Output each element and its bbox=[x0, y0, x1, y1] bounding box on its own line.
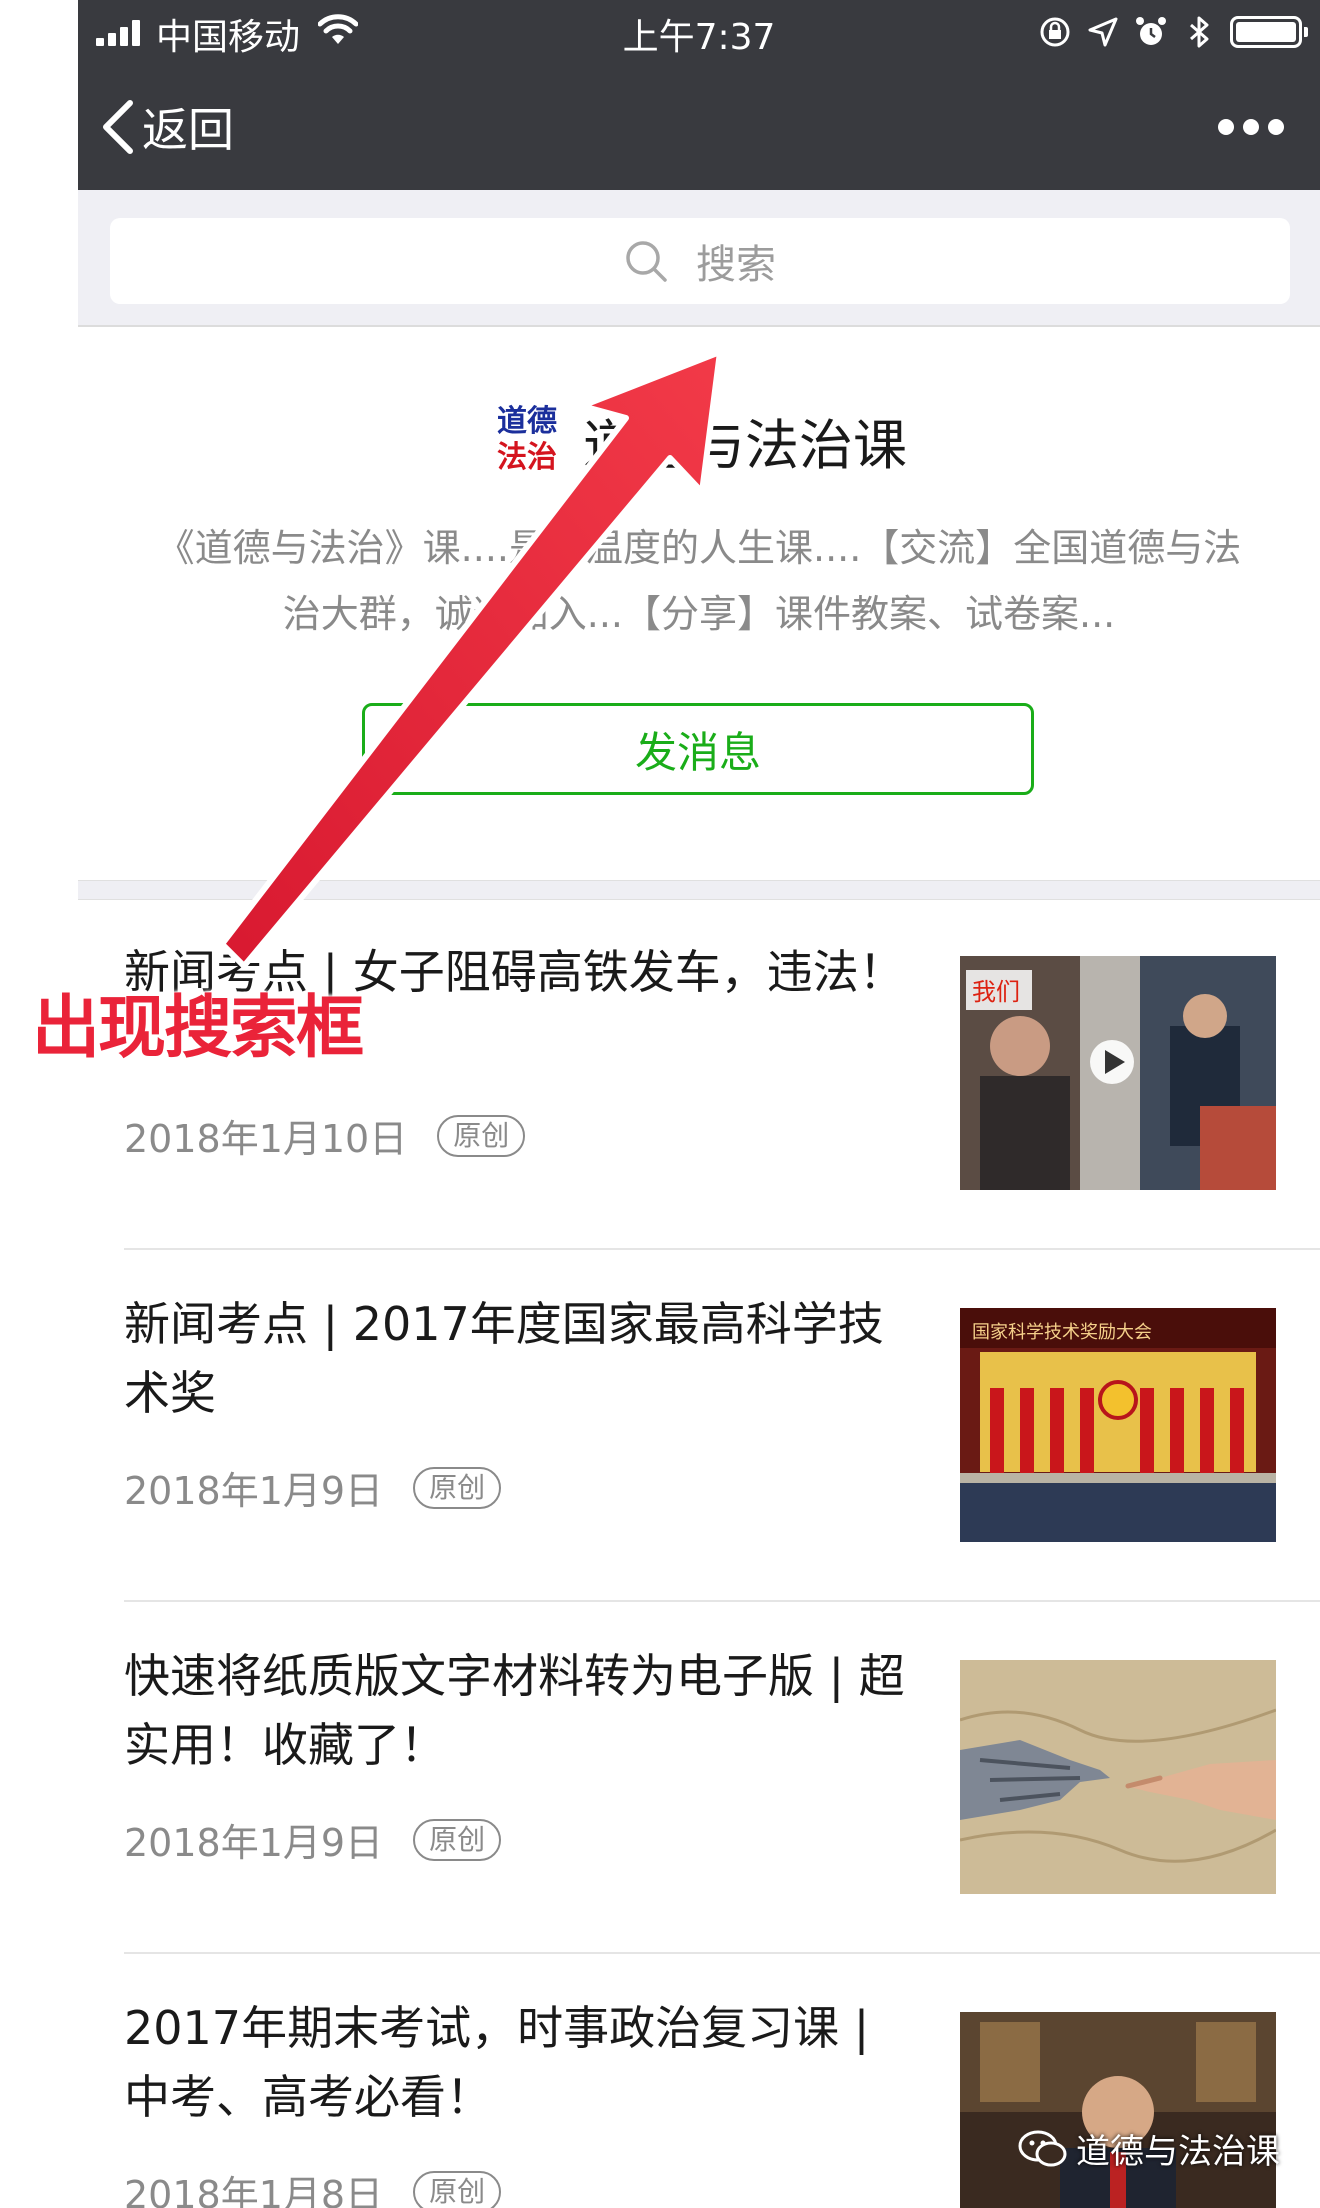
article-meta: 2018年1月8日 原创 bbox=[124, 2164, 502, 2208]
account-profile: 道德 法治 道德与法治课 《道德与法治》课....是有温度的人生课....【交流… bbox=[78, 327, 1320, 879]
account-description: 《道德与法治》课....是有温度的人生课....【交流】全国道德与法治大群，诚邀… bbox=[156, 526, 1242, 636]
alarm-icon bbox=[1136, 17, 1166, 45]
thumb-caption: 我们 bbox=[972, 978, 1020, 1006]
robot-hand-thumbnail-image bbox=[960, 1660, 1276, 1894]
portrait-thumbnail-image bbox=[960, 2012, 1276, 2208]
dot-icon bbox=[1243, 119, 1259, 135]
section-divider bbox=[78, 880, 1320, 900]
top-bar: 中国移动 上午7:37 返回 bbox=[78, 0, 1320, 190]
dot-icon bbox=[1218, 119, 1234, 135]
ceremony-thumbnail-image: 国家科学技术奖励大会 bbox=[960, 1308, 1276, 1542]
thumb-caption: 国家科学技术奖励大会 bbox=[972, 1322, 1152, 1343]
article-item[interactable]: 快速将纸质版文字材料转为电子版 | 超实用！收藏了！ 2018年1月9日 原创 bbox=[78, 1602, 1320, 1954]
article-item[interactable]: 新闻考点 | 女子阻碍高铁发车，违法！ 2018年1月10日 原创 我们 bbox=[78, 898, 1320, 1250]
watermark: 道德与法治课 bbox=[1018, 2124, 1280, 2173]
original-badge: 原创 bbox=[413, 1818, 502, 1861]
search-placeholder: 搜索 bbox=[696, 242, 776, 288]
battery-icon bbox=[1230, 16, 1308, 48]
article-title: 快速将纸质版文字材料转为电子版 | 超实用！收藏了！ bbox=[124, 1649, 905, 1772]
article-date: 2018年1月10日 bbox=[124, 1117, 408, 1161]
original-badge: 原创 bbox=[413, 1466, 502, 1509]
search-icon bbox=[626, 241, 667, 282]
chevron-left-icon bbox=[103, 100, 133, 154]
article-date: 2018年1月8日 bbox=[124, 2173, 384, 2208]
location-icon bbox=[1088, 17, 1118, 47]
article-thumbnail bbox=[960, 1660, 1276, 1894]
account-name: 道德与法治课 bbox=[583, 413, 907, 477]
send-message-button[interactable]: 发消息 bbox=[362, 703, 1034, 795]
article-thumbnail bbox=[960, 2012, 1276, 2208]
original-badge: 原创 bbox=[437, 1114, 526, 1157]
article-item[interactable]: 新闻考点 | 2017年度国家最高科学技术奖 2018年1月9日 原创 国家科学… bbox=[78, 1250, 1320, 1602]
article-thumbnail: 国家科学技术奖励大会 bbox=[960, 1308, 1276, 1542]
annotation-label: 出现搜索框 bbox=[32, 989, 364, 1068]
logo-line-1: 道德 bbox=[497, 404, 557, 439]
article-meta: 2018年1月10日 原创 bbox=[124, 1108, 526, 1163]
phone-screen: 中国移动 上午7:37 返回 搜索 道德 法治 道德与法治课 《道德与法治》课.… bbox=[78, 0, 1320, 2208]
back-button[interactable]: 返回 bbox=[100, 92, 234, 162]
article-date: 2018年1月9日 bbox=[124, 1469, 384, 1513]
more-options-button[interactable] bbox=[1218, 112, 1284, 142]
original-badge: 原创 bbox=[413, 2170, 502, 2208]
video-thumbnail-image: 我们 bbox=[960, 956, 1276, 1190]
logo-line-2: 法治 bbox=[497, 440, 557, 475]
article-date: 2018年1月9日 bbox=[124, 1821, 384, 1865]
article-title: 2017年期末考试，时事政治复习课 | 中考、高考必看！ bbox=[124, 2001, 870, 2124]
bluetooth-icon bbox=[1190, 16, 1209, 48]
search-input[interactable]: 搜索 bbox=[110, 218, 1290, 304]
account-logo: 道德 法治 bbox=[491, 400, 563, 480]
article-meta: 2018年1月9日 原创 bbox=[124, 1460, 502, 1515]
rotation-lock-icon bbox=[1040, 17, 1070, 47]
article-thumbnail: 我们 bbox=[960, 956, 1276, 1190]
wechat-icon bbox=[1018, 2130, 1067, 2166]
article-meta: 2018年1月9日 原创 bbox=[124, 1812, 502, 1867]
search-area: 搜索 bbox=[78, 190, 1320, 327]
account-header: 道德 法治 道德与法治课 bbox=[78, 395, 1320, 485]
back-label: 返回 bbox=[142, 103, 234, 157]
dot-icon bbox=[1268, 119, 1284, 135]
status-icons bbox=[1038, 12, 1308, 52]
article-title: 新闻考点 | 2017年度国家最高科学技术奖 bbox=[124, 1297, 884, 1420]
status-bar: 中国移动 上午7:37 bbox=[78, 0, 1320, 62]
left-margin bbox=[0, 0, 78, 2208]
watermark-text: 道德与法治课 bbox=[1076, 2132, 1280, 2172]
